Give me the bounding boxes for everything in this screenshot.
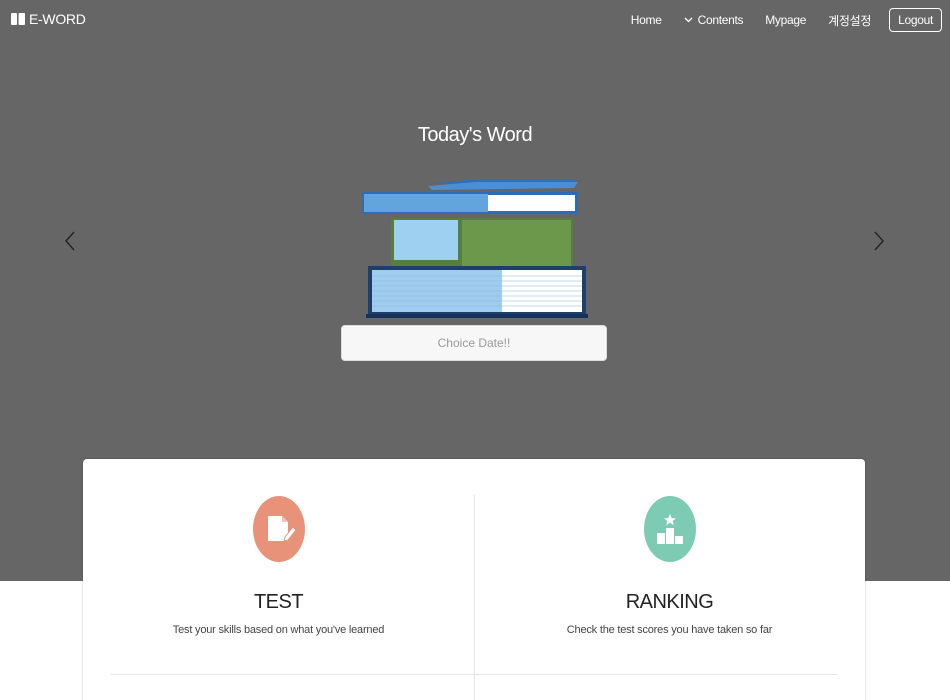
chevron-right-icon[interactable] xyxy=(873,231,885,251)
document-pencil-icon xyxy=(252,496,305,562)
nav-contents-label: Contents xyxy=(697,13,744,27)
ranking-title: RANKING xyxy=(625,591,714,613)
book-icon xyxy=(11,13,25,25)
chevron-down-icon xyxy=(684,17,693,23)
ranking-feature[interactable]: RANKING Check the test scores you have t… xyxy=(474,495,865,636)
brand-name: E-WORD xyxy=(29,11,86,27)
books-illustration xyxy=(362,180,588,318)
nav-mypage[interactable]: Mypage xyxy=(765,13,806,27)
test-feature[interactable]: TEST Test your skills based on what you'… xyxy=(83,495,474,636)
top-nav: Home Contents Mypage 계정설정 Logout xyxy=(609,0,942,40)
test-title: TEST xyxy=(253,591,304,613)
nav-account-settings[interactable]: 계정설정 xyxy=(828,12,871,29)
choice-date-button[interactable]: Choice Date!! xyxy=(341,325,607,361)
podium-icon xyxy=(643,496,696,562)
nav-contents[interactable]: Contents xyxy=(684,13,744,27)
brand-logo[interactable]: E-WORD xyxy=(11,11,86,27)
features-card: TEST Test your skills based on what you'… xyxy=(83,459,865,700)
test-description: Test your skills based on what you've le… xyxy=(172,624,385,636)
ranking-description: Check the test scores you have taken so … xyxy=(566,624,773,636)
card-divider-horizontal xyxy=(111,674,837,675)
nav-home[interactable]: Home xyxy=(631,13,662,27)
chevron-left-icon[interactable] xyxy=(64,231,76,251)
logout-button[interactable]: Logout xyxy=(889,8,942,32)
page-title: Today's Word xyxy=(417,124,533,146)
